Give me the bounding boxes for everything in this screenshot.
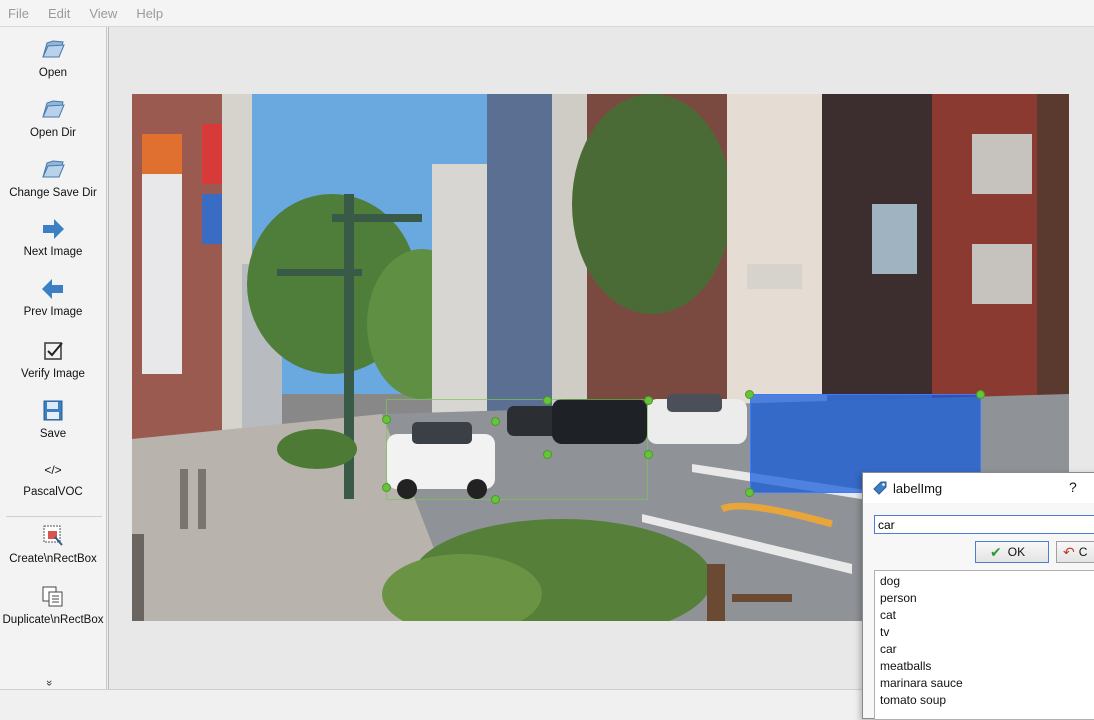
pascalvoc-label: PascalVOC — [23, 486, 83, 498]
annotation-box-car[interactable] — [386, 399, 648, 500]
open-button[interactable]: Open — [0, 37, 106, 79]
list-item[interactable]: dog — [880, 573, 1094, 590]
floppy-disk-icon — [43, 400, 63, 421]
menu-edit[interactable]: Edit — [48, 6, 70, 21]
arrow-left-icon — [42, 279, 63, 299]
label-list[interactable]: dog person cat tv car meatballs marinara… — [874, 570, 1094, 720]
undo-icon: ↶ — [1063, 543, 1075, 560]
bbox-handle[interactable] — [382, 415, 391, 424]
toolbar-extension-icon[interactable]: » — [43, 680, 55, 686]
list-item[interactable]: cat — [880, 607, 1094, 624]
code-icon: </> — [44, 463, 62, 477]
duplicate-icon — [42, 586, 63, 607]
checkmark-icon: ✔ — [990, 543, 1002, 560]
create-rectbox-icon — [43, 525, 63, 546]
prev-image-label: Prev Image — [23, 306, 83, 318]
bbox-handle[interactable] — [491, 495, 500, 504]
dialog-title: labelImg — [893, 481, 943, 496]
change-save-dir-button[interactable]: Change Save Dir — [0, 157, 106, 199]
create-rectbox-button[interactable]: Create\nRectBox — [0, 523, 106, 565]
label-dialog: labelImg ? ✔ OK ↶ C dog person cat tv ca… — [862, 472, 1094, 720]
bbox-handle[interactable] — [745, 488, 754, 497]
arrow-right-icon — [43, 219, 64, 239]
prev-image-button[interactable]: Prev Image — [0, 276, 106, 318]
menu-file[interactable]: File — [8, 6, 29, 21]
bbox-handle[interactable] — [491, 417, 500, 426]
create-rectbox-label: Create\nRectBox — [9, 553, 97, 565]
pascalvoc-button[interactable]: </> PascalVOC — [0, 460, 106, 498]
list-item[interactable]: person — [880, 590, 1094, 607]
bbox-handle[interactable] — [543, 450, 552, 459]
toolbar-separator — [6, 516, 102, 517]
next-image-button[interactable]: Next Image — [0, 216, 106, 258]
dialog-titlebar[interactable]: labelImg ? — [863, 473, 1094, 503]
change-save-dir-label: Change Save Dir — [9, 187, 97, 199]
open-folder-icon — [42, 160, 65, 178]
duplicate-rectbox-label: Duplicate\nRectBox — [2, 614, 104, 626]
list-item[interactable]: tv — [880, 624, 1094, 641]
next-image-label: Next Image — [23, 246, 83, 258]
open-folder-icon — [42, 40, 65, 58]
cancel-label: C — [1078, 545, 1088, 559]
menu-view[interactable]: View — [89, 6, 117, 21]
verify-image-label: Verify Image — [21, 368, 85, 380]
toolbar: Open Open Dir Change Save Dir Next Image… — [0, 27, 107, 689]
checkbox-icon — [44, 342, 63, 360]
bbox-handle[interactable] — [382, 483, 391, 492]
menu-help[interactable]: Help — [136, 6, 163, 21]
bbox-handle[interactable] — [543, 396, 552, 405]
label-input[interactable] — [874, 515, 1094, 534]
bbox-handle[interactable] — [976, 390, 985, 399]
open-dir-button[interactable]: Open Dir — [0, 97, 106, 139]
save-label: Save — [39, 428, 67, 440]
bbox-handle[interactable] — [644, 450, 653, 459]
list-item[interactable]: car — [880, 641, 1094, 658]
open-label: Open — [38, 67, 68, 79]
open-dir-label: Open Dir — [29, 127, 77, 139]
bbox-handle[interactable] — [745, 390, 754, 399]
list-item[interactable]: tomato soup — [880, 692, 1094, 709]
cancel-button[interactable]: ↶ C — [1056, 541, 1094, 563]
help-button[interactable]: ? — [1069, 479, 1077, 495]
list-item[interactable]: meatballs — [880, 658, 1094, 675]
ok-label: OK — [1007, 545, 1026, 559]
duplicate-rectbox-button[interactable]: Duplicate\nRectBox — [0, 584, 106, 626]
ok-button[interactable]: ✔ OK — [975, 541, 1049, 563]
save-button[interactable]: Save — [0, 398, 106, 440]
tag-icon — [873, 481, 887, 495]
menu-bar: File Edit View Help — [0, 0, 1094, 27]
open-folder-icon — [42, 100, 65, 118]
verify-image-button[interactable]: Verify Image — [0, 338, 106, 380]
bbox-handle[interactable] — [644, 396, 653, 405]
list-item[interactable]: marinara sauce — [880, 675, 1094, 692]
